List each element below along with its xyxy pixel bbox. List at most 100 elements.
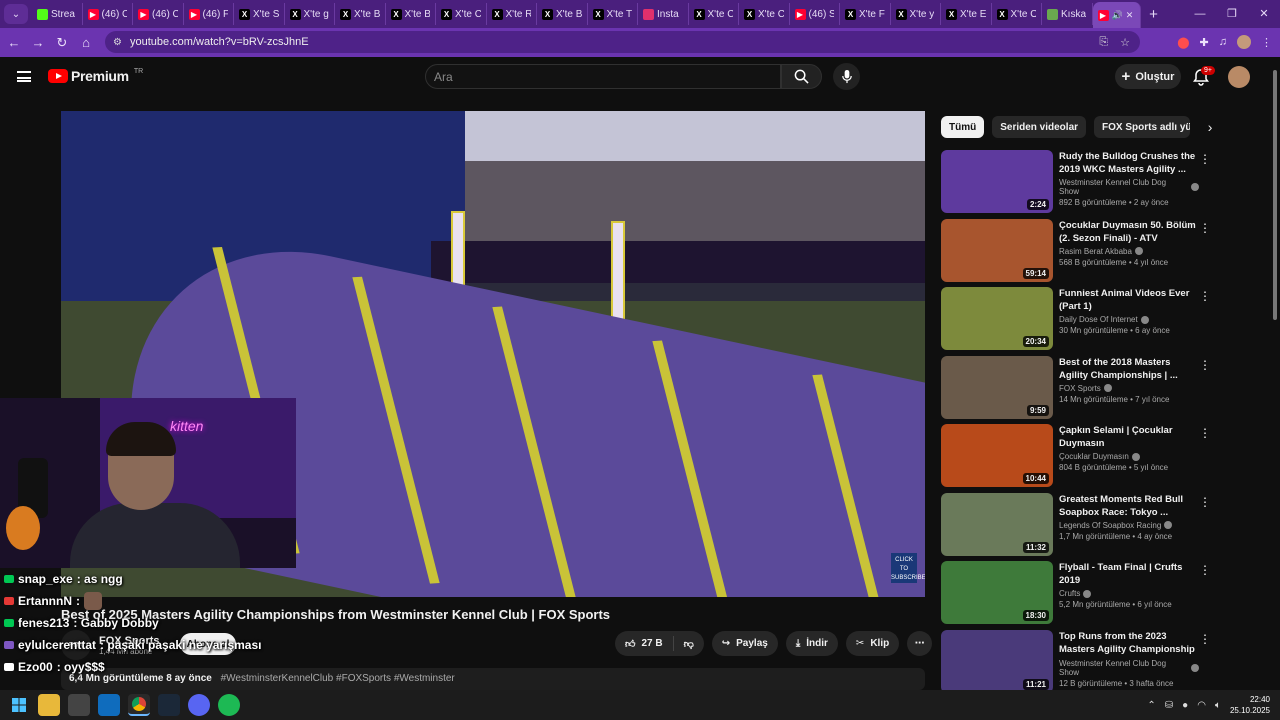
address-bar[interactable]: ⚙ youtube.com/watch?v=bRV-zcsJhnE ⎘ ☆: [105, 31, 1140, 53]
more-options-icon[interactable]: ⋮: [1199, 495, 1211, 509]
dislike-button[interactable]: 👎︎: [674, 631, 704, 656]
chip-all[interactable]: Tümü: [941, 116, 985, 138]
video-title[interactable]: Rudy the Bulldog Crushes the 2019 WKC Ma…: [1059, 150, 1199, 176]
video-thumbnail[interactable]: 11:32: [941, 492, 1053, 556]
youtube-logo[interactable]: Premium TR: [48, 68, 143, 84]
channel-name[interactable]: Rasim Berat Akbaba: [1059, 247, 1132, 256]
browser-tab[interactable]: ▶ (46) S: [790, 3, 840, 25]
video-title[interactable]: Çocuklar Duymasın 50. Bölüm (2. Sezon Fi…: [1059, 219, 1199, 245]
browser-tab[interactable]: X X'te F: [840, 3, 891, 25]
extensions-icon[interactable]: ✚: [1200, 36, 1209, 49]
discord-icon[interactable]: [188, 694, 210, 716]
browser-tab[interactable]: X X'te R: [487, 3, 537, 25]
windows-start-icon[interactable]: [8, 694, 30, 716]
video-thumbnail[interactable]: 59:14: [941, 218, 1053, 282]
install-icon[interactable]: ⎘: [1099, 36, 1108, 49]
browser-menu-icon[interactable]: ⋮: [1261, 36, 1272, 49]
wifi-icon[interactable]: ◠: [1197, 700, 1206, 711]
tab-search-button[interactable]: ⌄: [4, 4, 28, 24]
channel-name[interactable]: Westminster Kennel Club Dog Show: [1059, 178, 1188, 196]
video-thumbnail[interactable]: 18:30: [941, 561, 1053, 624]
recommended-video[interactable]: 59:14 Çocuklar Duymasın 50. Bölüm (2. Sez…: [941, 218, 1271, 288]
browser-tab[interactable]: X X'te C: [436, 3, 487, 25]
browser-tab[interactable]: X X'te C: [739, 3, 790, 25]
new-tab-button[interactable]: +: [1141, 6, 1167, 23]
site-info-icon[interactable]: ⚙: [113, 37, 122, 48]
media-icon[interactable]: ♫: [1219, 36, 1227, 48]
close-tab-icon[interactable]: ✕: [1126, 10, 1134, 21]
recommended-video[interactable]: 11:21 Top Runs from the 2023 Masters Agil…: [941, 629, 1271, 699]
browser-tab[interactable]: X X'te B: [537, 3, 588, 25]
browser-tab[interactable]: X X'te S: [234, 3, 285, 25]
more-options-icon[interactable]: ⋮: [1199, 289, 1211, 303]
voice-search-button[interactable]: [833, 63, 860, 90]
file-explorer-icon[interactable]: [38, 694, 60, 716]
more-actions-button[interactable]: ⋯: [907, 631, 933, 656]
recommended-video[interactable]: 2:24 Rudy the Bulldog Crushes the 2019 WK…: [941, 150, 1271, 219]
network-icon[interactable]: ⛁: [1165, 700, 1173, 711]
back-icon[interactable]: ←: [2, 35, 26, 50]
video-thumbnail[interactable]: 9:59: [941, 355, 1053, 419]
chip-series[interactable]: Seriden videolar: [992, 116, 1087, 138]
chevron-up-icon[interactable]: ⌃: [1147, 700, 1155, 711]
reload-icon[interactable]: ↻: [50, 35, 74, 51]
recommended-video[interactable]: 10:44 Çapkın Selami | Çocuklar Duymasın Ço…: [941, 424, 1271, 493]
browser-tab[interactable]: X X'te g: [285, 3, 335, 25]
tab-active[interactable]: ▶ 🔊 ✕: [1092, 2, 1141, 28]
clock[interactable]: 22:40 25.10.2025: [1230, 694, 1270, 716]
channel-name[interactable]: Legends Of Soapbox Racing: [1059, 521, 1161, 530]
store-icon[interactable]: [68, 694, 90, 716]
mic-tray-icon[interactable]: ●: [1182, 700, 1188, 711]
share-button[interactable]: ↪ Paylaş: [711, 631, 778, 656]
bookmark-star-icon[interactable]: ☆: [1120, 36, 1130, 49]
steam-icon[interactable]: [158, 694, 180, 716]
browser-tab[interactable]: X X'te O: [992, 3, 1042, 25]
close-window-button[interactable]: ✕: [1248, 0, 1280, 28]
clip-button[interactable]: ✂ Klip: [845, 631, 900, 656]
browser-tab[interactable]: ▶ (46) C: [133, 3, 184, 25]
more-options-icon[interactable]: ⋮: [1199, 563, 1211, 577]
channel-name[interactable]: Westminster Kennel Club Dog Show: [1059, 659, 1188, 677]
video-title[interactable]: Çapkın Selami | Çocuklar Duymasın: [1059, 424, 1199, 450]
video-thumbnail[interactable]: 20:34: [941, 287, 1053, 350]
forward-icon[interactable]: →: [26, 35, 50, 50]
browser-tab[interactable]: Strea: [32, 3, 83, 25]
browser-tab[interactable]: ▶ (46) F: [184, 3, 234, 25]
page-scrollbar[interactable]: [1273, 70, 1277, 320]
menu-icon[interactable]: [17, 71, 31, 82]
create-button[interactable]: + Oluştur: [1115, 64, 1181, 89]
video-thumbnail[interactable]: 10:44: [941, 424, 1053, 487]
maximize-button[interactable]: ❐: [1216, 0, 1248, 28]
channel-name[interactable]: FOX Sports: [1059, 384, 1101, 393]
outlook-icon[interactable]: [98, 694, 120, 716]
video-title[interactable]: Best of the 2018 Masters Agility Champio…: [1059, 356, 1199, 382]
browser-tab[interactable]: ▶ (46) C: [83, 3, 133, 25]
recommended-video[interactable]: 9:59 Best of the 2018 Masters Agility Cha…: [941, 355, 1271, 425]
spotify-icon[interactable]: [218, 694, 240, 716]
video-thumbnail[interactable]: 11:21: [941, 629, 1053, 693]
browser-tab[interactable]: X X'te B: [386, 3, 436, 25]
recommended-video[interactable]: 11:32 Greatest Moments Red Bull Soapbox R…: [941, 492, 1271, 562]
more-options-icon[interactable]: ⋮: [1199, 221, 1211, 235]
browser-tab[interactable]: Kıska: [1042, 3, 1093, 25]
search-button[interactable]: [781, 64, 822, 89]
channel-name[interactable]: Crufts: [1059, 589, 1080, 598]
volume-icon[interactable]: 🔈︎: [1215, 700, 1221, 711]
chip-channel[interactable]: FOX Sports adlı yükle: [1094, 116, 1191, 138]
browser-tab[interactable]: X X'te E: [941, 3, 992, 25]
more-options-icon[interactable]: ⋮: [1199, 152, 1211, 166]
channel-name[interactable]: Çocuklar Duymasın: [1059, 452, 1129, 461]
recommended-video[interactable]: 20:34 Funniest Animal Videos Ever (Part 1…: [941, 287, 1271, 356]
video-thumbnail[interactable]: 2:24: [941, 150, 1053, 213]
minimize-button[interactable]: —: [1184, 0, 1216, 28]
recommended-video[interactable]: 18:30 Flyball - Team Final | Crufts 2019 C…: [941, 561, 1271, 630]
profile-avatar[interactable]: [1237, 35, 1251, 49]
search-input[interactable]: Ara: [425, 64, 781, 89]
video-title[interactable]: Funniest Animal Videos Ever (Part 1): [1059, 287, 1199, 313]
like-button[interactable]: 👍︎ 27 B: [615, 631, 673, 656]
browser-tab[interactable]: Insta: [638, 3, 689, 25]
chrome-icon[interactable]: [128, 694, 150, 716]
browser-tab[interactable]: X X'te T: [588, 3, 638, 25]
more-options-icon[interactable]: ⋮: [1199, 426, 1211, 440]
chevron-right-icon[interactable]: ›: [1200, 119, 1220, 135]
